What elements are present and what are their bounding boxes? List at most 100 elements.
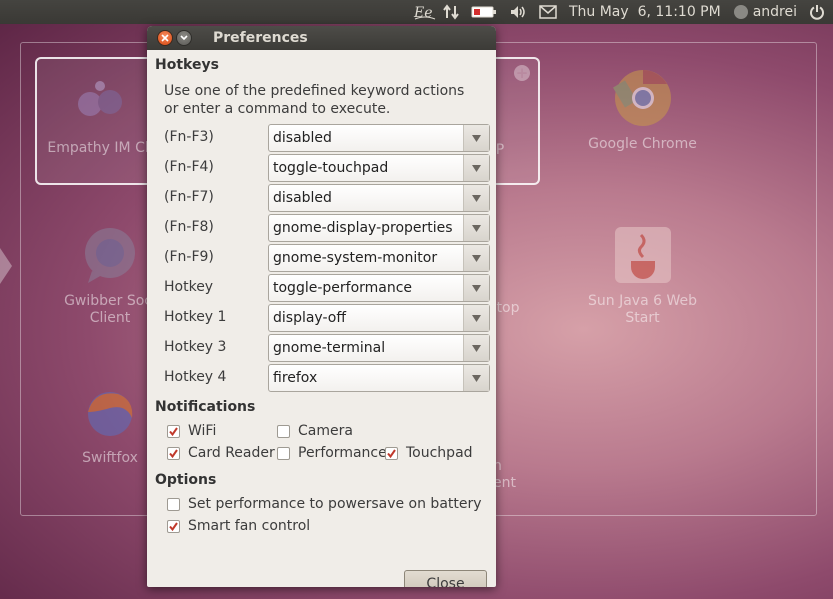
eee-tray-icon[interactable]: Ee: [413, 0, 437, 24]
mail-icon[interactable]: [539, 0, 557, 24]
window-titlebar[interactable]: Preferences: [147, 26, 496, 50]
app-chrome[interactable]: Google Chrome: [585, 68, 700, 153]
checkbox-label: Smart fan control: [188, 518, 311, 534]
app-java[interactable]: Sun Java 6 Web Start: [585, 225, 700, 327]
hotkey-label: Hotkey 4: [164, 369, 227, 385]
checkbox-box: [385, 446, 398, 460]
hotkey-combo[interactable]: toggle-touchpad: [268, 154, 490, 182]
checkbox-box: [167, 497, 180, 511]
hotkey-combo-value[interactable]: gnome-display-properties: [269, 220, 463, 236]
hotkey-combo[interactable]: disabled: [268, 124, 490, 152]
hotkey-combo[interactable]: display-off: [268, 304, 490, 332]
options-heading: Options: [155, 472, 217, 488]
clock[interactable]: Thu May 6, 11:10 PM: [569, 0, 721, 24]
hotkeys-description-1: Use one of the predefined keyword action…: [164, 83, 465, 99]
checkbox-smart-fan[interactable]: Smart fan control: [167, 518, 310, 534]
network-arrows-icon[interactable]: [443, 0, 459, 24]
hotkey-label: (Fn-F9): [164, 249, 214, 265]
checkbox-label: Touchpad: [406, 445, 473, 461]
checkbox-label: Card Reader: [188, 445, 275, 461]
hotkey-label: (Fn-F4): [164, 159, 214, 175]
hotkey-label: Hotkey 1: [164, 309, 227, 325]
hotkey-label: Hotkey 3: [164, 339, 227, 355]
window-title: Preferences: [213, 30, 308, 46]
notifications-heading: Notifications: [155, 399, 256, 415]
checkbox-label: Performance: [298, 445, 387, 461]
hotkey-combo[interactable]: gnome-system-monitor: [268, 244, 490, 272]
hotkeys-description-2: or enter a command to execute.: [164, 101, 391, 117]
check-icon: [169, 448, 178, 458]
hotkeys-heading: Hotkeys: [155, 57, 219, 73]
preferences-window: Preferences Hotkeys Use one of the prede…: [147, 26, 496, 587]
hotkey-combo-value[interactable]: toggle-touchpad: [269, 160, 463, 176]
hotkey-label: (Fn-F7): [164, 189, 214, 205]
volume-icon[interactable]: [509, 0, 527, 24]
hotkey-combo[interactable]: disabled: [268, 184, 490, 212]
dropdown-arrow-icon[interactable]: [463, 125, 489, 151]
add-icon[interactable]: +: [514, 65, 530, 81]
gwibber-icon: [80, 225, 140, 285]
close-button[interactable]: Close: [404, 570, 487, 587]
hotkey-combo-value[interactable]: disabled: [269, 190, 463, 206]
check-icon: [387, 448, 396, 458]
window-minimize-button[interactable]: [176, 30, 192, 46]
hotkey-combo-value[interactable]: disabled: [269, 130, 463, 146]
hotkey-combo-value[interactable]: toggle-performance: [269, 280, 463, 296]
dropdown-arrow-icon[interactable]: [463, 215, 489, 241]
user-name: andrei: [752, 4, 797, 20]
hotkey-combo-value[interactable]: firefox: [269, 370, 463, 386]
empathy-icon: [70, 72, 130, 132]
checkbox-powersave[interactable]: Set performance to powersave on battery: [167, 496, 482, 512]
scroll-left-icon[interactable]: [0, 248, 12, 284]
checkbox-box: [167, 446, 180, 460]
chrome-icon: [612, 68, 673, 128]
swiftfox-icon: [80, 382, 140, 442]
hotkey-combo-value[interactable]: gnome-system-monitor: [269, 250, 463, 266]
hotkey-combo[interactable]: firefox: [268, 364, 490, 392]
hotkey-label: (Fn-F8): [164, 219, 214, 235]
dropdown-arrow-icon[interactable]: [463, 185, 489, 211]
checkbox-camera[interactable]: Camera: [277, 423, 353, 439]
hotkey-label: (Fn-F3): [164, 129, 214, 145]
window-close-button[interactable]: [157, 30, 173, 46]
hotkey-combo-value[interactable]: gnome-terminal: [269, 340, 463, 356]
check-icon: [169, 426, 178, 436]
check-icon: [169, 521, 178, 531]
checkbox-card-reader[interactable]: Card Reader: [167, 445, 275, 461]
user-status-icon: [733, 5, 748, 19]
hotkey-combo-value[interactable]: display-off: [269, 310, 463, 326]
checkbox-label: Set performance to powersave on battery: [188, 496, 482, 512]
user-menu[interactable]: andrei: [733, 0, 797, 24]
checkbox-box: [277, 446, 290, 460]
hotkey-combo[interactable]: toggle-performance: [268, 274, 490, 302]
app-label: Google Chrome: [588, 136, 697, 152]
hotkey-label: Hotkey: [164, 279, 214, 295]
java-icon: [613, 225, 673, 285]
power-icon[interactable]: [809, 0, 825, 24]
dropdown-arrow-icon[interactable]: [463, 365, 489, 391]
checkbox-label: WiFi: [188, 423, 217, 439]
app-label: Sun Java 6 Web Start: [588, 293, 697, 326]
dropdown-arrow-icon[interactable]: [463, 335, 489, 361]
top-panel: Ee Thu May 6, 11:10 PM andrei: [0, 0, 833, 24]
app-label: Empathy IM Cli: [47, 140, 153, 156]
checkbox-box: [167, 424, 180, 438]
battery-icon[interactable]: [471, 0, 497, 24]
close-icon: [161, 34, 169, 42]
checkbox-performance[interactable]: Performance: [277, 445, 387, 461]
chevron-down-icon: [180, 35, 188, 41]
checkbox-box: [277, 424, 290, 438]
dropdown-arrow-icon[interactable]: [463, 275, 489, 301]
app-hidden-top[interactable]: top: [493, 300, 523, 317]
hotkey-combo[interactable]: gnome-terminal: [268, 334, 490, 362]
dropdown-arrow-icon[interactable]: [463, 305, 489, 331]
app-hidden-ent[interactable]: n ent: [493, 458, 533, 492]
checkbox-touchpad[interactable]: Touchpad: [385, 445, 473, 461]
dropdown-arrow-icon[interactable]: [463, 155, 489, 181]
checkbox-wifi[interactable]: WiFi: [167, 423, 216, 439]
checkbox-label: Camera: [298, 423, 353, 439]
dropdown-arrow-icon[interactable]: [463, 245, 489, 271]
hotkey-combo[interactable]: gnome-display-properties: [268, 214, 490, 242]
app-empathy[interactable]: Empathy IM Cli: [45, 72, 155, 157]
app-label: top: [496, 300, 520, 316]
